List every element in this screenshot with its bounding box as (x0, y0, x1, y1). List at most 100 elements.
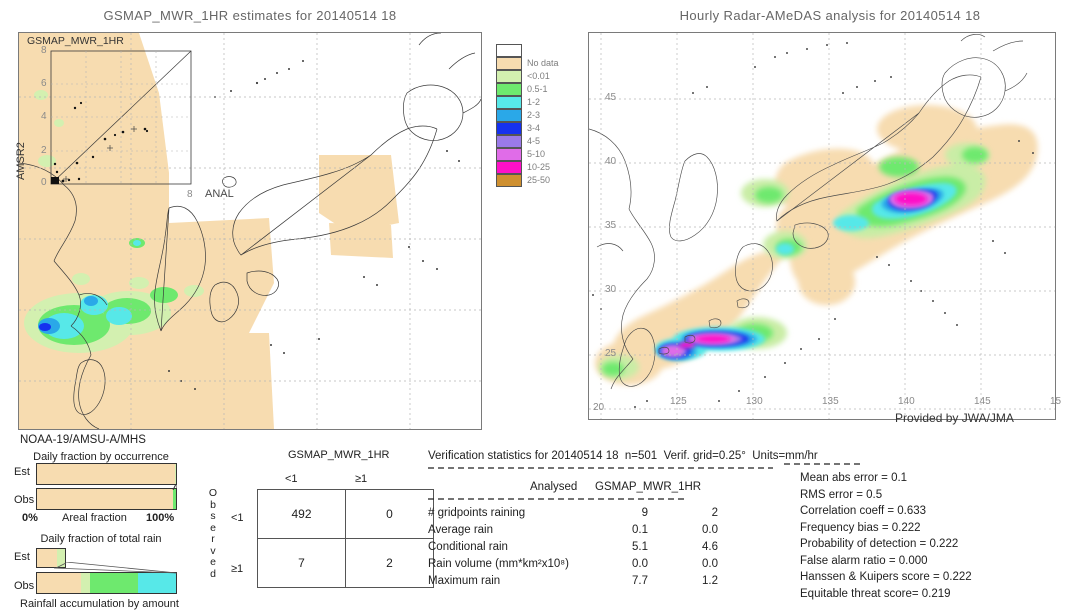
right-ytick-20: 20 (593, 402, 605, 413)
bar-segment (37, 573, 82, 593)
verification-row: # gridpoints raining 9 2 (428, 505, 778, 522)
legend-item: 3-4 (496, 122, 559, 135)
left-panel-title: GSMAP_MWR_1HR estimates for 20140514 18 (103, 8, 397, 23)
legend-swatch (496, 57, 522, 70)
verification-row-model: 1.2 (702, 575, 718, 587)
table-cell-false-alarm: 0 (345, 489, 434, 539)
verification-divider (428, 467, 773, 469)
scatter-ytick-0: 0 (41, 177, 47, 188)
contingency-table-title: GSMAP_MWR_1HR (288, 449, 390, 461)
verification-col-head-analysed: Analysed (530, 481, 578, 493)
legend-swatch (496, 96, 522, 109)
score-rms-error: RMS error = 0.5 (800, 488, 883, 501)
legend-label: 25-50 (527, 175, 551, 185)
bar-segment (138, 573, 176, 593)
total-rain-obs-label: Obs (14, 580, 35, 592)
legend-label: 4-5 (527, 136, 541, 146)
right-xtick-145: 145 (974, 396, 991, 407)
right-map-panel[interactable]: 45 40 35 30 25 20 Provided by JWA/JMA (588, 32, 1056, 425)
verification-row: Average rain 0.1 0.0 (428, 522, 778, 539)
total-rain-obs-bar[interactable] (36, 572, 177, 594)
legend-item: 25-50 (496, 174, 559, 187)
occurrence-obs-label: Obs (14, 494, 35, 506)
occurrence-x-center: Areal fraction (62, 512, 127, 524)
legend-swatch (496, 109, 522, 122)
legend-swatch (496, 148, 522, 161)
verification-row-model: 0.0 (702, 558, 718, 570)
legend-item: 5-10 (496, 148, 559, 161)
anal-label: ANAL (205, 188, 234, 200)
right-xtick-150: 15 (1050, 396, 1062, 407)
color-legend: No data <0.01 0.5-1 1-2 2-3 3-4 4-5 5-10… (496, 44, 559, 187)
legend-swatch (496, 122, 522, 135)
right-xtick-130: 130 (746, 396, 763, 407)
right-ytick-40: 40 (605, 156, 617, 167)
occurrence-chart-title: Daily fraction by occurrence (33, 451, 169, 463)
left-panel-footer-label: NOAA-19/AMSU-A/MHS (20, 434, 146, 446)
verification-col-head-model: GSMAP_MWR_1HR (595, 481, 702, 493)
legend-label: <0.01 (527, 71, 550, 81)
right-panel-title: Hourly Radar-AMeDAS analysis for 2014051… (679, 8, 981, 23)
table-row: 7 2 (257, 538, 434, 588)
provider-credit: Provided by JWA/JMA (895, 411, 1014, 425)
table-row: 492 0 (257, 489, 434, 539)
verification-sub-divider (428, 498, 688, 500)
contingency-side-label: Obs erv ed (208, 487, 218, 580)
legend-item: 1-2 (496, 96, 559, 109)
bar-segment (37, 464, 176, 484)
left-map-panel[interactable]: 8 6 4 2 0 8 ANAL GSMAP_MWR_1HR (18, 32, 482, 430)
legend-label: 5-10 (527, 149, 546, 159)
legend-item: 0.5-1 (496, 83, 559, 96)
right-ytick-25: 25 (605, 348, 617, 359)
bar-segment (175, 464, 176, 484)
score-hanssen-kuipers: Hanssen & Kuipers score = 0.222 (800, 571, 972, 583)
bar-segment (89, 573, 139, 593)
total-rain-connector (53, 562, 178, 574)
bar-segment (172, 489, 176, 509)
bar-segment (81, 573, 90, 593)
occurrence-x-left: 0% (22, 512, 38, 524)
total-rain-est-label: Est (14, 551, 30, 563)
right-map-graphic (589, 33, 1055, 419)
scatter-xtick-8: 8 (187, 189, 193, 200)
occurrence-connector (172, 484, 177, 490)
verification-row: Rain volume (mm*km²x10⁸) 0.0 0.0 (428, 556, 778, 573)
total-rain-x-label: Rainfall accumulation by amount (20, 598, 179, 610)
occurrence-est-bar[interactable] (36, 463, 177, 485)
legend-item: 10-25 (496, 161, 559, 174)
left-map-graphic (19, 33, 481, 429)
bar-segment (37, 489, 173, 509)
legend-label: 3-4 (527, 123, 541, 133)
scores-divider (784, 463, 860, 465)
right-ytick-30: 30 (605, 284, 617, 295)
scatter-ytick-2: 2 (41, 145, 47, 156)
legend-label: 1-2 (527, 97, 541, 107)
legend-swatch (496, 161, 522, 174)
legend-item: <0.01 (496, 70, 559, 83)
legend-label: No data (527, 58, 559, 68)
legend-swatch (496, 83, 522, 96)
score-frequency-bias: Frequency bias = 0.222 (800, 521, 921, 534)
verification-row: Maximum rain 7.7 1.2 (428, 573, 778, 590)
legend-swatch (496, 135, 522, 148)
right-xtick-135: 135 (822, 396, 839, 407)
verification-row-model: 4.6 (702, 541, 718, 553)
legend-item: 2-3 (496, 109, 559, 122)
legend-swatch (496, 70, 522, 83)
score-false-alarm-ratio: False alarm ratio = 0.000 (800, 554, 928, 567)
contingency-col-header-lt1: <1 (285, 473, 298, 485)
table-cell-hit-none: 492 (257, 489, 346, 539)
verification-rows: # gridpoints raining 9 2 Average rain 0.… (428, 505, 778, 590)
contingency-row-header-lt1: <1 (231, 512, 244, 524)
legend-label: 0.5-1 (527, 84, 548, 94)
occurrence-est-label: Est (14, 466, 30, 478)
scores-list: Mean abs error = 0.1 RMS error = 0.5 Cor… (800, 470, 1080, 602)
verification-row: Conditional rain 5.1 4.6 (428, 539, 778, 556)
legend-swatch (496, 44, 522, 57)
table-cell-miss: 7 (257, 538, 346, 588)
contingency-table[interactable]: 492 0 7 2 (257, 489, 434, 588)
occurrence-obs-bar[interactable] (36, 488, 177, 510)
scatter-ytick-4: 4 (41, 111, 47, 122)
left-panel-yaxis-label-wrap: AMSR2 (2, 120, 27, 240)
score-correlation-coeff: Correlation coeff = 0.633 (800, 505, 927, 517)
